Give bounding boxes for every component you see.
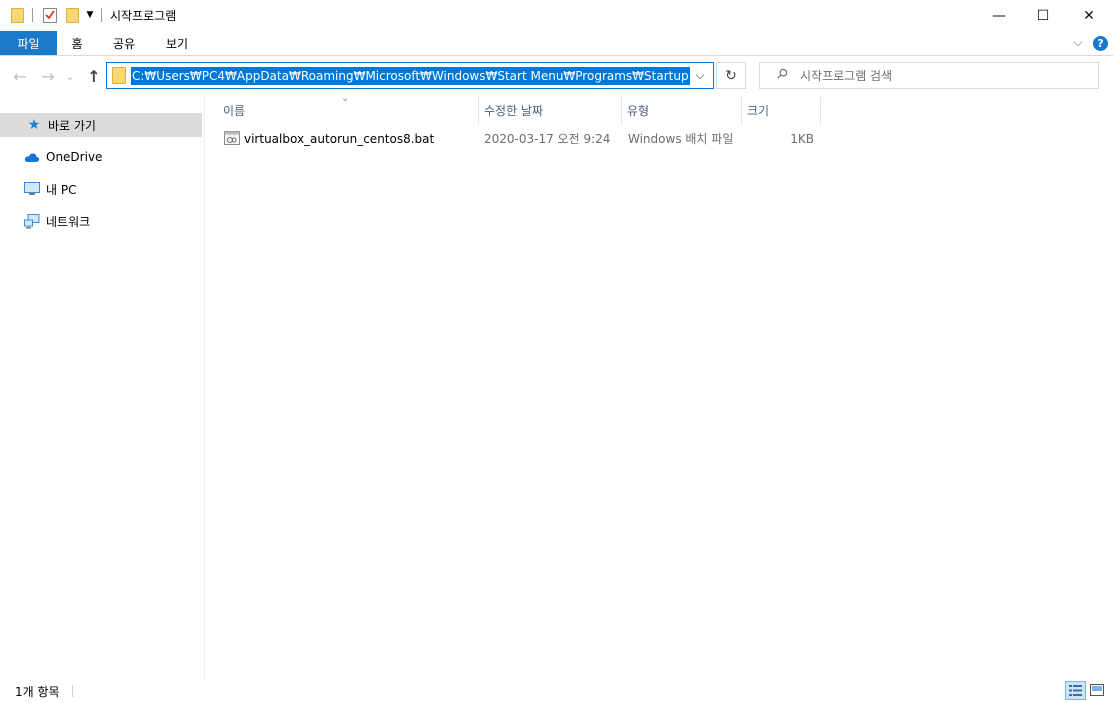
sidebar-item-label: 내 PC bbox=[46, 182, 77, 197]
sidebar-item-label: 바로 가기 bbox=[48, 118, 96, 133]
cloud-icon bbox=[24, 149, 40, 165]
file-size: 1KB bbox=[790, 132, 814, 146]
folder-icon bbox=[10, 6, 24, 24]
folder-icon bbox=[112, 67, 126, 84]
computer-icon bbox=[24, 181, 40, 197]
separator bbox=[72, 685, 73, 697]
status-item-count: 1개 항목 bbox=[15, 685, 60, 699]
refresh-button[interactable]: ↻ bbox=[716, 62, 746, 89]
column-header-label: 수정한 날짜 bbox=[484, 104, 544, 118]
up-button[interactable]: ↑ bbox=[84, 66, 104, 86]
expand-ribbon-icon[interactable]: ⌵ bbox=[1071, 35, 1085, 51]
details-view-button[interactable] bbox=[1065, 681, 1086, 700]
tab-view[interactable]: 보기 bbox=[159, 31, 195, 55]
sidebar-item-this-pc[interactable]: 내 PC bbox=[0, 177, 202, 201]
sidebar-item-onedrive[interactable]: OneDrive bbox=[0, 145, 202, 169]
minimize-button[interactable]: — bbox=[976, 0, 1022, 31]
properties-icon[interactable] bbox=[41, 6, 59, 24]
file-type: Windows 배치 파일 bbox=[628, 132, 734, 146]
tab-share[interactable]: 공유 bbox=[106, 31, 142, 55]
help-icon[interactable]: ? bbox=[1093, 36, 1108, 51]
column-header-label: 이름 bbox=[223, 104, 246, 118]
back-button[interactable]: ← bbox=[10, 66, 30, 86]
batch-file-icon bbox=[224, 131, 240, 146]
recent-locations-button[interactable]: ⌄ bbox=[63, 66, 77, 86]
window-title: 시작프로그램 bbox=[110, 9, 177, 23]
column-header-label: 유형 bbox=[627, 104, 650, 118]
network-icon bbox=[24, 213, 40, 229]
sidebar-item-label: OneDrive bbox=[46, 150, 103, 164]
column-header-date[interactable]: 수정한 날짜 bbox=[478, 97, 622, 124]
large-icons-view-icon bbox=[1090, 684, 1104, 696]
sidebar-item-label: 네트워크 bbox=[46, 214, 91, 229]
maximize-button[interactable]: ☐ bbox=[1020, 0, 1066, 31]
tab-file[interactable]: 파일 bbox=[0, 31, 57, 55]
pane-divider[interactable] bbox=[204, 96, 205, 680]
tab-home[interactable]: 홈 bbox=[63, 31, 91, 55]
column-header-size[interactable]: 크기 bbox=[741, 97, 821, 124]
column-header-name[interactable]: 이름 bbox=[217, 97, 479, 124]
file-modified: 2020-03-17 오전 9:24 bbox=[484, 132, 611, 146]
sidebar-item-network[interactable]: 네트워크 bbox=[0, 209, 202, 233]
address-path[interactable]: C:₩Users₩PC4₩AppData₩Roaming₩Microsoft₩W… bbox=[131, 67, 690, 85]
star-icon: ★ bbox=[27, 117, 41, 133]
forward-button[interactable]: → bbox=[38, 66, 58, 86]
large-icons-view-button[interactable] bbox=[1089, 683, 1105, 697]
file-name: virtualbox_autorun_centos8.bat bbox=[244, 132, 435, 146]
column-header-label: 크기 bbox=[747, 104, 770, 118]
new-folder-icon[interactable] bbox=[65, 6, 79, 24]
column-header-type[interactable]: 유형 bbox=[621, 97, 742, 124]
sidebar-item-quick-access[interactable]: ★ 바로 가기 bbox=[0, 113, 202, 137]
separator bbox=[32, 8, 33, 22]
details-view-icon bbox=[1069, 685, 1082, 696]
search-placeholder: 시작프로그램 검색 bbox=[800, 69, 893, 83]
table-row[interactable]: virtualbox_autorun_centos8.bat 2020-03-1… bbox=[217, 127, 821, 151]
separator bbox=[101, 8, 102, 22]
customize-toolbar-icon[interactable]: ▼ bbox=[84, 6, 96, 24]
close-button[interactable]: ✕ bbox=[1066, 0, 1112, 31]
address-dropdown-icon[interactable]: ⌵ bbox=[693, 68, 707, 84]
